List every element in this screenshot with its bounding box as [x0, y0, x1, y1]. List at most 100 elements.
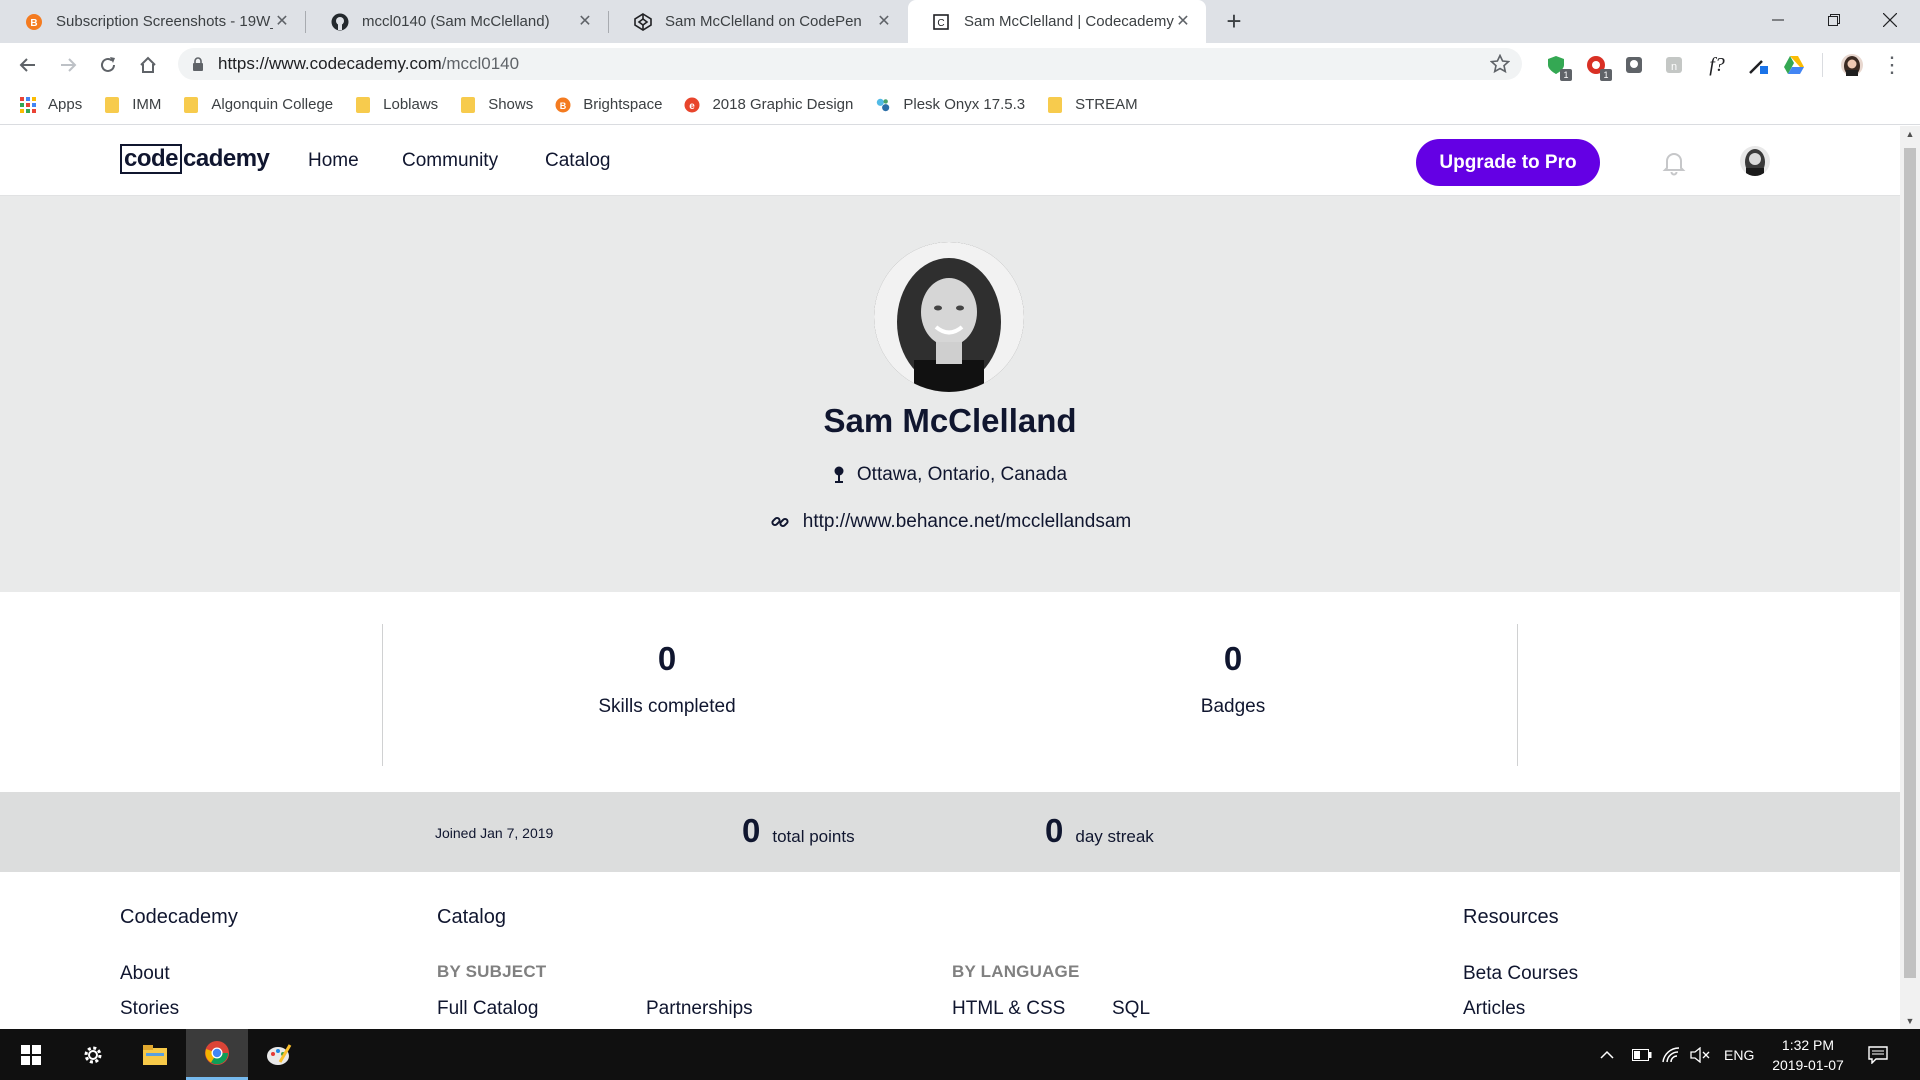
folder-icon: [355, 96, 371, 113]
address-bar[interactable]: https://www.codecademy.com/mccl0140: [178, 48, 1522, 80]
nav-home[interactable]: Home: [308, 150, 359, 172]
home-icon: [140, 56, 156, 73]
bookmark-label: Apps: [48, 96, 83, 113]
close-icon[interactable]: ✕: [1174, 13, 1192, 31]
bookmark-plesk-onyx[interactable]: Plesk Onyx 17.5.3: [875, 96, 1025, 113]
logo-rest-text: cademy: [183, 145, 270, 172]
bookmark-star-icon[interactable]: [1489, 53, 1511, 79]
footer-link-partnerships[interactable]: Partnerships: [646, 998, 753, 1020]
shield-extension-icon[interactable]: 1: [1544, 53, 1572, 81]
close-icon[interactable]: ✕: [875, 13, 893, 31]
minimize-button[interactable]: [1750, 0, 1806, 40]
close-window-button[interactable]: [1862, 0, 1918, 40]
start-button[interactable]: [0, 1029, 62, 1080]
clock-date: 2019-01-07: [1772, 1057, 1844, 1073]
wifi-icon[interactable]: [1662, 1029, 1680, 1080]
tab-title: Subscription Screenshots - 19W_: [56, 13, 273, 30]
footer-heading-resources: Resources: [1463, 906, 1559, 928]
forward-button[interactable]: [52, 49, 84, 81]
notifications-icon[interactable]: [1868, 1029, 1888, 1080]
reload-button[interactable]: [92, 49, 124, 81]
tab-github[interactable]: mccl0140 (Sam McClelland) ✕: [306, 0, 608, 43]
restore-button[interactable]: [1806, 0, 1862, 40]
back-button[interactable]: [12, 49, 44, 81]
whatfont-extension-icon[interactable]: f?: [1702, 53, 1732, 77]
footer-heading-catalog: Catalog: [437, 906, 506, 928]
file-explorer-icon[interactable]: [124, 1029, 186, 1080]
bookmark-apps[interactable]: Apps: [20, 96, 82, 113]
profile-name: Sam McClelland: [823, 402, 1077, 439]
google-drive-icon[interactable]: [1782, 53, 1806, 77]
bookmark-2018-graphic-design[interactable]: e 2018 Graphic Design: [684, 96, 853, 113]
kebab-menu-icon[interactable]: ⋮: [1880, 52, 1904, 77]
bookmark-imm[interactable]: IMM: [104, 96, 161, 113]
tab-codecademy[interactable]: C Sam McClelland | Codecademy ✕: [908, 0, 1206, 43]
footer-link-beta-courses[interactable]: Beta Courses: [1463, 963, 1578, 985]
skills-completed-label: Skills completed: [598, 696, 736, 717]
close-icon[interactable]: ✕: [576, 13, 594, 31]
bookmark-label: 2018 Graphic Design: [712, 96, 854, 113]
footer-link-stories[interactable]: Stories: [120, 998, 179, 1020]
profile-avatar-icon[interactable]: [1840, 53, 1864, 77]
footer-link-articles[interactable]: Articles: [1463, 998, 1525, 1020]
tab-codepen[interactable]: Sam McClelland on CodePen ✕: [609, 0, 907, 43]
svg-text:e: e: [690, 101, 696, 112]
location-text: Ottawa, Ontario, Canada: [856, 464, 1068, 485]
bookmark-stream[interactable]: STREAM: [1047, 96, 1138, 113]
user-avatar[interactable]: [1740, 146, 1770, 176]
new-tab-button[interactable]: +: [1220, 8, 1248, 36]
svg-text:B: B: [560, 101, 567, 111]
settings-gear-icon[interactable]: [62, 1029, 124, 1080]
nav-catalog[interactable]: Catalog: [545, 150, 611, 172]
nav-community[interactable]: Community: [402, 150, 498, 172]
system-clock[interactable]: 1:32 PM 2019-01-07: [1760, 1035, 1856, 1075]
footer-link-about[interactable]: About: [120, 963, 170, 985]
stats-box: 0 Skills completed 0 Badges: [382, 624, 1518, 766]
adblock-extension-icon[interactable]: 1: [1584, 53, 1612, 81]
svg-text:B: B: [30, 18, 37, 29]
chrome-taskbar-icon[interactable]: [186, 1029, 248, 1080]
footer-link-sql[interactable]: SQL: [1112, 998, 1150, 1020]
footer-link-html-css[interactable]: HTML & CSS: [952, 998, 1065, 1020]
privacy-extension-icon[interactable]: [1622, 53, 1646, 77]
grey-extension-icon[interactable]: n: [1662, 53, 1686, 77]
extension-badge: 1: [1560, 69, 1572, 81]
close-icon[interactable]: ✕: [273, 13, 291, 31]
input-language[interactable]: ENG: [1724, 1029, 1754, 1080]
scroll-up-arrow-icon[interactable]: ▲: [1900, 126, 1920, 142]
scroll-thumb[interactable]: [1904, 148, 1916, 978]
svg-text:C: C: [937, 18, 944, 29]
bookmark-shows[interactable]: Shows: [460, 96, 533, 113]
color-picker-extension-icon[interactable]: [1746, 53, 1770, 77]
notification-bell-icon[interactable]: [1660, 148, 1688, 176]
scroll-down-arrow-icon[interactable]: ▼: [1900, 1013, 1920, 1029]
day-streak: 0 day streak: [1045, 812, 1154, 850]
total-points-value: 0: [742, 812, 761, 849]
e-logo-icon: e: [684, 97, 700, 113]
footer-link-full-catalog[interactable]: Full Catalog: [437, 998, 538, 1020]
lock-icon: [192, 57, 206, 71]
bookmark-algonquin-college[interactable]: Algonquin College: [183, 96, 333, 113]
skills-completed-stat: 0 Skills completed: [467, 640, 867, 718]
paint-app-icon[interactable]: [248, 1029, 310, 1080]
bookmark-loblaws[interactable]: Loblaws: [355, 96, 438, 113]
bookmark-brightspace[interactable]: B Brightspace: [555, 96, 662, 113]
page-viewport: code cademy Home Community Catalog Upgrad…: [0, 126, 1900, 1029]
browser-toolbar: https://www.codecademy.com/mccl0140 1 1 …: [0, 43, 1920, 85]
profile-stats: 0 Skills completed 0 Badges: [0, 592, 1900, 792]
codecademy-favicon-icon: C: [932, 12, 952, 32]
volume-muted-icon[interactable]: [1690, 1029, 1710, 1080]
link-icon: [769, 511, 791, 533]
page-scrollbar[interactable]: ▲ ▼: [1900, 126, 1920, 1029]
home-button[interactable]: [132, 49, 164, 81]
website-link[interactable]: http://www.behance.net/mcclellandsam: [803, 511, 1131, 533]
codecademy-logo[interactable]: code cademy: [120, 144, 270, 174]
profile-location: Ottawa, Ontario, Canada: [0, 464, 1900, 486]
back-arrow-icon: [19, 58, 35, 72]
upgrade-to-pro-button[interactable]: Upgrade to Pro: [1416, 139, 1600, 186]
codepen-icon: [633, 12, 653, 32]
show-hidden-icons-icon[interactable]: [1600, 1029, 1614, 1080]
profile-website: http://www.behance.net/mcclellandsam: [0, 511, 1900, 533]
tab-subscription-screenshots[interactable]: B Subscription Screenshots - 19W_ ✕: [0, 0, 305, 43]
battery-icon[interactable]: [1632, 1029, 1652, 1080]
